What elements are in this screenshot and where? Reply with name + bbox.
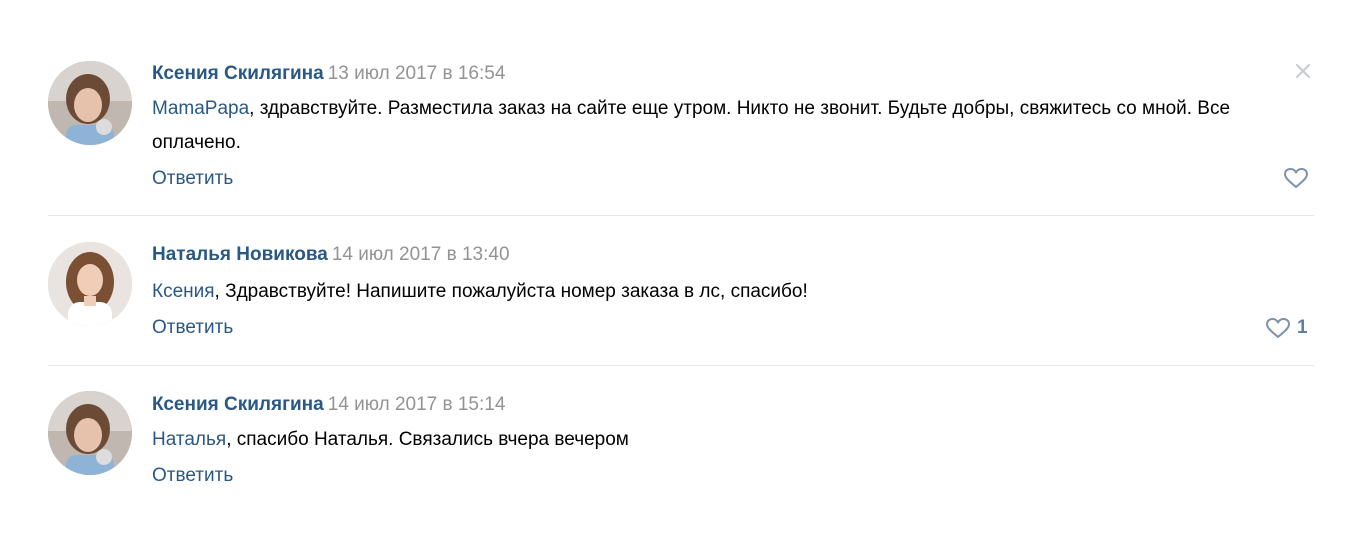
close-icon[interactable] — [1293, 61, 1313, 81]
comment-date[interactable]: 14 июл 2017 в 13:40 — [332, 244, 510, 265]
comment-date[interactable]: 13 июл 2017 в 16:54 — [328, 63, 506, 84]
comment-text: Ксения, Здравствуйте! Напишите пожалуйст… — [152, 275, 1312, 309]
avatar[interactable] — [48, 242, 132, 326]
like-button[interactable]: 1 — [1265, 316, 1308, 340]
comment-header: Наталья Новикова 14 июл 2017 в 13:40 — [152, 243, 510, 267]
comment-header: Ксения Скилягина 13 июл 2017 в 16:54 — [152, 62, 505, 86]
mention-link[interactable]: MamaPapa — [152, 98, 249, 119]
avatar-image — [48, 391, 132, 475]
comment: Ксения Скилягина 13 июл 2017 в 16:54 Mama… — [0, 0, 1360, 215]
reply-button[interactable]: Ответить — [152, 464, 233, 488]
comment-body: , спасибо Наталья. Связались вчера вечер… — [226, 429, 629, 450]
comment-header: Ксения Скилягина 14 июл 2017 в 15:14 — [152, 393, 505, 417]
avatar-image — [48, 242, 132, 326]
comment-date[interactable]: 14 июл 2017 в 15:14 — [328, 394, 506, 415]
comment-text: MamaPapa, здравствуйте. Разместила заказ… — [152, 92, 1312, 160]
comment: Наталья Новикова 14 июл 2017 в 13:40 Ксен… — [0, 216, 1360, 366]
avatar-image — [48, 61, 132, 145]
avatar[interactable] — [48, 391, 132, 475]
heart-icon — [1266, 318, 1290, 338]
comment-text: Наталья, спасибо Наталья. Связались вчер… — [152, 423, 1312, 457]
comments-thread: Ксения Скилягина 13 июл 2017 в 16:54 Mama… — [0, 0, 1360, 553]
author-name[interactable]: Ксения Скилягина — [152, 394, 324, 415]
author-name[interactable]: Ксения Скилягина — [152, 63, 324, 84]
mention-link[interactable]: Наталья — [152, 429, 226, 450]
like-count: 1 — [1297, 317, 1308, 338]
heart-icon — [1284, 168, 1308, 188]
avatar[interactable] — [48, 61, 132, 145]
reply-button[interactable]: Ответить — [152, 167, 233, 191]
mention-link[interactable]: Ксения — [152, 281, 215, 302]
comment: Ксения Скилягина 14 июл 2017 в 15:14 Ната… — [0, 366, 1360, 516]
comment-body: , здравствуйте. Разместила заказ на сайт… — [152, 98, 1231, 153]
like-button[interactable] — [1283, 167, 1309, 189]
reply-button[interactable]: Ответить — [152, 316, 233, 340]
comment-body: , Здравствуйте! Напишите пожалуйста номе… — [214, 281, 808, 302]
author-name[interactable]: Наталья Новикова — [152, 244, 328, 265]
